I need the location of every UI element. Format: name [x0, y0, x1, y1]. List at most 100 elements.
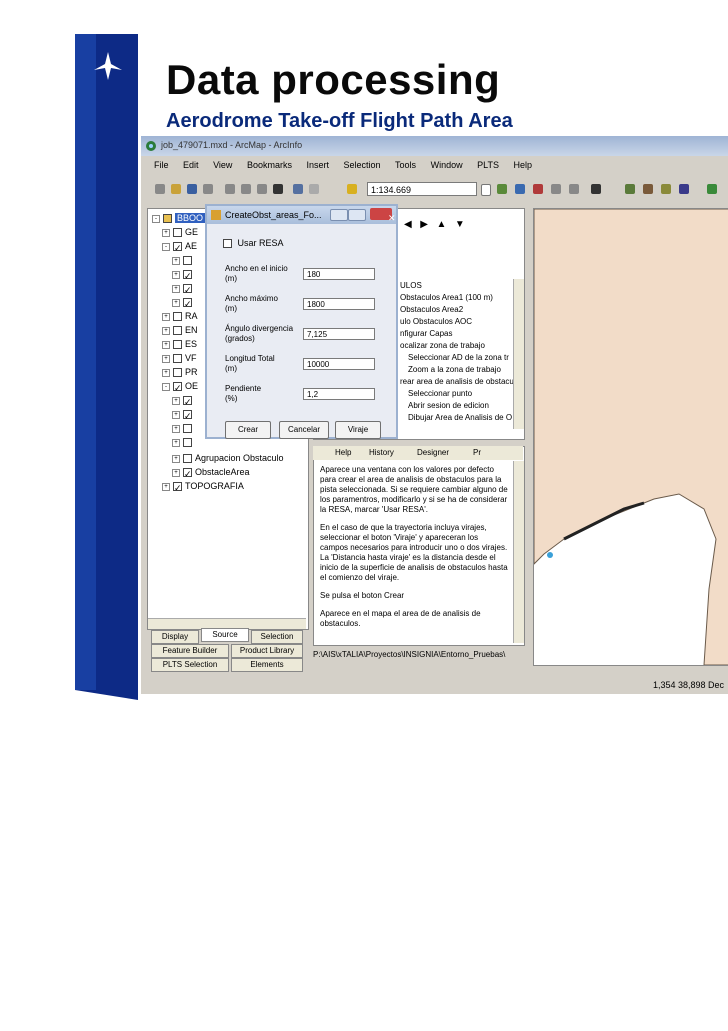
toc-item[interactable]: + ✓ — [172, 297, 195, 309]
toc-item[interactable]: - ✓ AE — [162, 241, 197, 253]
toc-item[interactable]: + Agrupacion Obstaculo — [172, 453, 284, 465]
toc-item[interactable]: + ✓ — [172, 283, 195, 295]
task-item[interactable]: nfigurar Capas — [400, 329, 452, 338]
tool-e-icon[interactable] — [707, 184, 717, 194]
menu-insert[interactable]: Insert — [306, 160, 329, 170]
arrow-left-icon[interactable]: ◀ — [404, 219, 412, 230]
task-item[interactable]: Zoom a la zona de trabajo — [408, 365, 501, 374]
chevron-down-icon[interactable] — [481, 184, 491, 196]
help-paragraph: Se pulsa el boton Crear — [320, 591, 405, 600]
identify-icon[interactable] — [515, 184, 525, 194]
task-item[interactable]: Abrir sesion de edicion — [408, 401, 489, 410]
cancelar-button[interactable]: Cancelar — [279, 421, 329, 439]
menu-plts[interactable]: PLTS — [477, 160, 499, 170]
task-item[interactable]: ulo Obstaculos AOC — [400, 317, 472, 326]
tab-help[interactable]: Help — [335, 448, 351, 457]
ancho-inicio-input[interactable]: 180 — [303, 268, 375, 280]
tab-plts-selection[interactable]: PLTS Selection — [151, 658, 229, 672]
open-folder-icon[interactable] — [171, 184, 181, 194]
crear-button[interactable]: Crear — [225, 421, 271, 439]
copy-icon[interactable] — [241, 184, 251, 194]
minimize-button[interactable] — [330, 209, 348, 221]
toc-item[interactable]: + ✓ — [172, 409, 195, 421]
toc-item[interactable]: - BBOO — [152, 213, 206, 225]
menu-edit[interactable]: Edit — [183, 160, 199, 170]
undo-icon[interactable] — [293, 184, 303, 194]
map-scale-combo[interactable]: 1:134.669 — [367, 182, 477, 196]
tool-d-icon[interactable] — [679, 184, 689, 194]
vertical-scrollbar[interactable] — [513, 279, 524, 429]
tab-pr[interactable]: Pr — [473, 448, 481, 457]
tab-feature-builder[interactable]: Feature Builder — [151, 644, 229, 658]
tool-c-icon[interactable] — [661, 184, 671, 194]
toc-item[interactable]: + ✓ ObstacleArea — [172, 467, 250, 479]
delete-icon[interactable] — [273, 184, 283, 194]
toc-item[interactable]: + VF — [162, 353, 197, 365]
tab-product-library[interactable]: Product Library — [231, 644, 303, 658]
vertical-scrollbar[interactable] — [513, 461, 524, 643]
toc-item[interactable]: + ES — [162, 339, 197, 351]
task-item[interactable]: ocalizar zona de trabajo — [400, 341, 485, 350]
add-data-icon[interactable] — [347, 184, 357, 194]
redo-icon[interactable] — [309, 184, 319, 194]
print-icon[interactable] — [203, 184, 213, 194]
menu-bookmarks[interactable]: Bookmarks — [247, 160, 292, 170]
toc-item[interactable]: + GE — [162, 227, 198, 239]
toc-item[interactable]: + ✓ — [172, 395, 195, 407]
task-item[interactable]: Obstaculos Area2 — [400, 305, 463, 314]
menu-selection[interactable]: Selection — [344, 160, 381, 170]
table-icon[interactable] — [569, 184, 579, 194]
arrow-down-icon[interactable]: ▼ — [455, 219, 465, 230]
tool-b-icon[interactable] — [643, 184, 653, 194]
maximize-button[interactable] — [348, 209, 366, 221]
tab-selection[interactable]: Selection — [251, 630, 303, 644]
arc-toolbox-icon[interactable] — [533, 184, 543, 194]
viraje-button[interactable]: Viraje — [335, 421, 381, 439]
close-button[interactable]: ✕ — [370, 208, 396, 223]
task-item[interactable]: Obstaculos Area1 (100 m) — [400, 293, 493, 302]
new-document-icon[interactable] — [155, 184, 165, 194]
tab-history[interactable]: History — [369, 448, 394, 457]
task-item[interactable]: Seleccionar AD de la zona tr — [408, 353, 509, 362]
window-icon[interactable] — [551, 184, 561, 194]
cut-icon[interactable] — [225, 184, 235, 194]
task-item[interactable]: Seleccionar punto — [408, 389, 472, 398]
use-resa-row[interactable]: Usar RESA — [223, 238, 284, 249]
menu-tools[interactable]: Tools — [395, 160, 416, 170]
menu-file[interactable]: File — [154, 160, 169, 170]
tool-a-icon[interactable] — [625, 184, 635, 194]
pendiente-input[interactable]: 1,2 — [303, 388, 375, 400]
task-item[interactable]: rear area de analisis de obstacu — [400, 377, 514, 386]
toc-item[interactable]: + RA — [162, 311, 198, 323]
toc-item[interactable]: - ✓ OE — [162, 381, 198, 393]
ancho-maximo-input[interactable]: 1800 — [303, 298, 375, 310]
longitud-total-input[interactable]: 10000 — [303, 358, 375, 370]
form-icon — [211, 210, 221, 220]
tab-designer[interactable]: Designer — [417, 448, 449, 457]
save-icon[interactable] — [187, 184, 197, 194]
whats-this-icon[interactable] — [591, 184, 601, 194]
tab-display[interactable]: Display — [151, 630, 199, 644]
paste-icon[interactable] — [257, 184, 267, 194]
angulo-divergencia-input[interactable]: 7,125 — [303, 328, 375, 340]
toc-item[interactable]: + EN — [162, 325, 198, 337]
menu-view[interactable]: View — [213, 160, 232, 170]
map-view[interactable] — [533, 208, 728, 666]
toc-item[interactable]: + ✓ — [172, 269, 195, 281]
task-item[interactable]: Dibujar Area de Analisis de O — [408, 413, 512, 422]
toc-item[interactable]: + — [172, 255, 195, 267]
toc-item[interactable]: + ✓ TOPOGRAFIA — [162, 481, 244, 493]
tab-elements[interactable]: Elements — [231, 658, 303, 672]
nav-arrows: ◀ ▶ ▲ ▼ — [404, 219, 465, 230]
toc-item[interactable]: + — [172, 423, 195, 435]
menu-help[interactable]: Help — [513, 160, 532, 170]
menu-window[interactable]: Window — [431, 160, 463, 170]
use-resa-checkbox[interactable] — [223, 239, 232, 249]
arrow-up-icon[interactable]: ▲ — [436, 219, 446, 230]
arrow-right-icon[interactable]: ▶ — [420, 219, 428, 230]
task-item[interactable]: ULOS — [400, 281, 422, 290]
toc-item[interactable]: + — [172, 437, 195, 449]
editor-icon[interactable] — [497, 184, 507, 194]
tab-source[interactable]: Source — [201, 628, 249, 642]
toc-item[interactable]: + PR — [162, 367, 198, 379]
